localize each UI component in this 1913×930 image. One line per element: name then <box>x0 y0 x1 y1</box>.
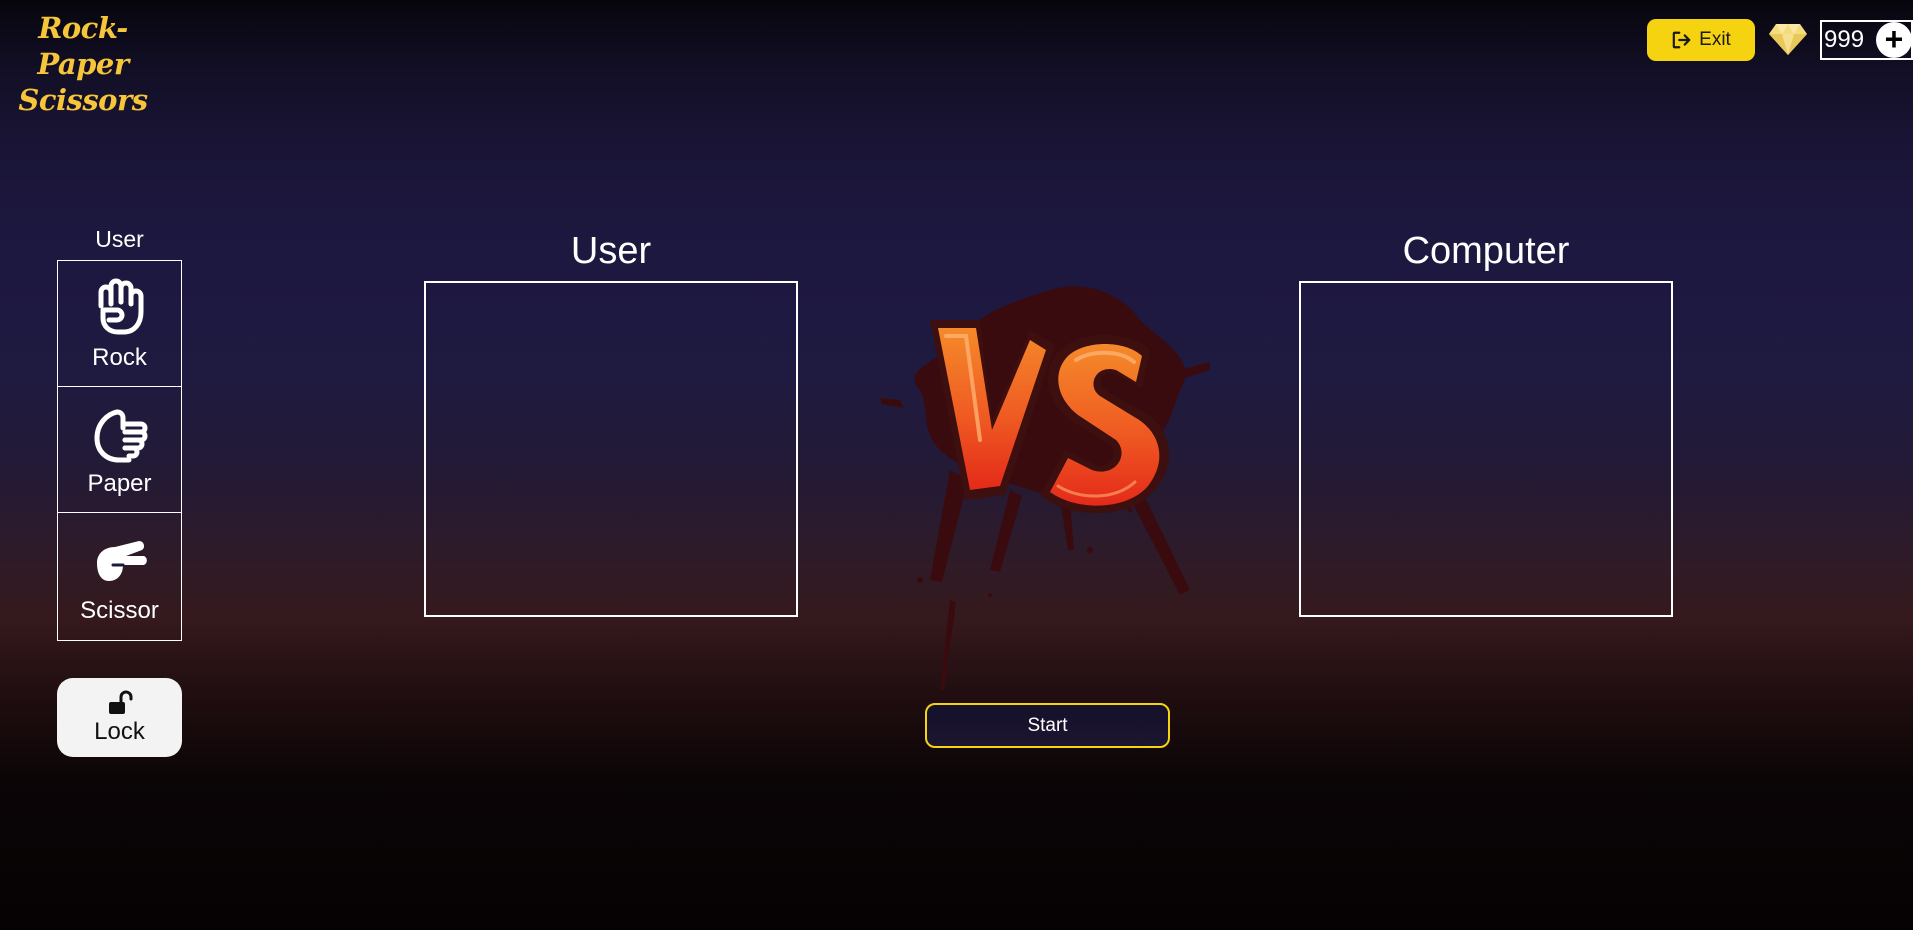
choice-panel-label: User <box>95 226 144 252</box>
scissor-label: Scissor <box>80 596 159 624</box>
user-arena-title: User <box>570 230 652 272</box>
user-arena-box <box>424 281 798 617</box>
add-gems-button[interactable]: + <box>1876 22 1912 58</box>
gem-count: 999 <box>1824 26 1865 53</box>
sign-out-icon <box>1672 31 1691 49</box>
vs-label: VS <box>880 250 882 251</box>
fist-icon <box>98 278 143 334</box>
game-logo: Rock-Paper Scissors <box>8 10 158 118</box>
paper-label: Paper <box>87 469 152 497</box>
gem-counter: 999 + <box>1820 20 1913 60</box>
open-hand-icon <box>94 409 147 462</box>
rock-choice[interactable]: Rock <box>58 261 181 387</box>
diamond-icon <box>1769 24 1807 55</box>
vs-splash-graphic: VS <box>880 250 1210 690</box>
exit-button[interactable]: Exit <box>1647 19 1755 61</box>
choice-panel: Rock Paper Scissor <box>57 260 182 641</box>
scissor-choice[interactable]: Scissor <box>58 513 181 640</box>
unlock-icon <box>108 690 132 714</box>
lock-button[interactable]: Lock <box>57 678 182 757</box>
exit-label: Exit <box>1699 29 1731 50</box>
computer-arena-title: Computer <box>1402 230 1570 272</box>
start-button[interactable]: Start <box>925 703 1170 748</box>
paper-choice[interactable]: Paper <box>58 387 181 513</box>
lock-label: Lock <box>94 717 145 745</box>
rock-label: Rock <box>92 343 147 371</box>
two-fingers-icon <box>96 540 147 581</box>
logo-line-2: Scissors <box>18 83 148 117</box>
computer-arena-box <box>1299 281 1673 617</box>
logo-line-1: Rock-Paper <box>37 11 129 81</box>
